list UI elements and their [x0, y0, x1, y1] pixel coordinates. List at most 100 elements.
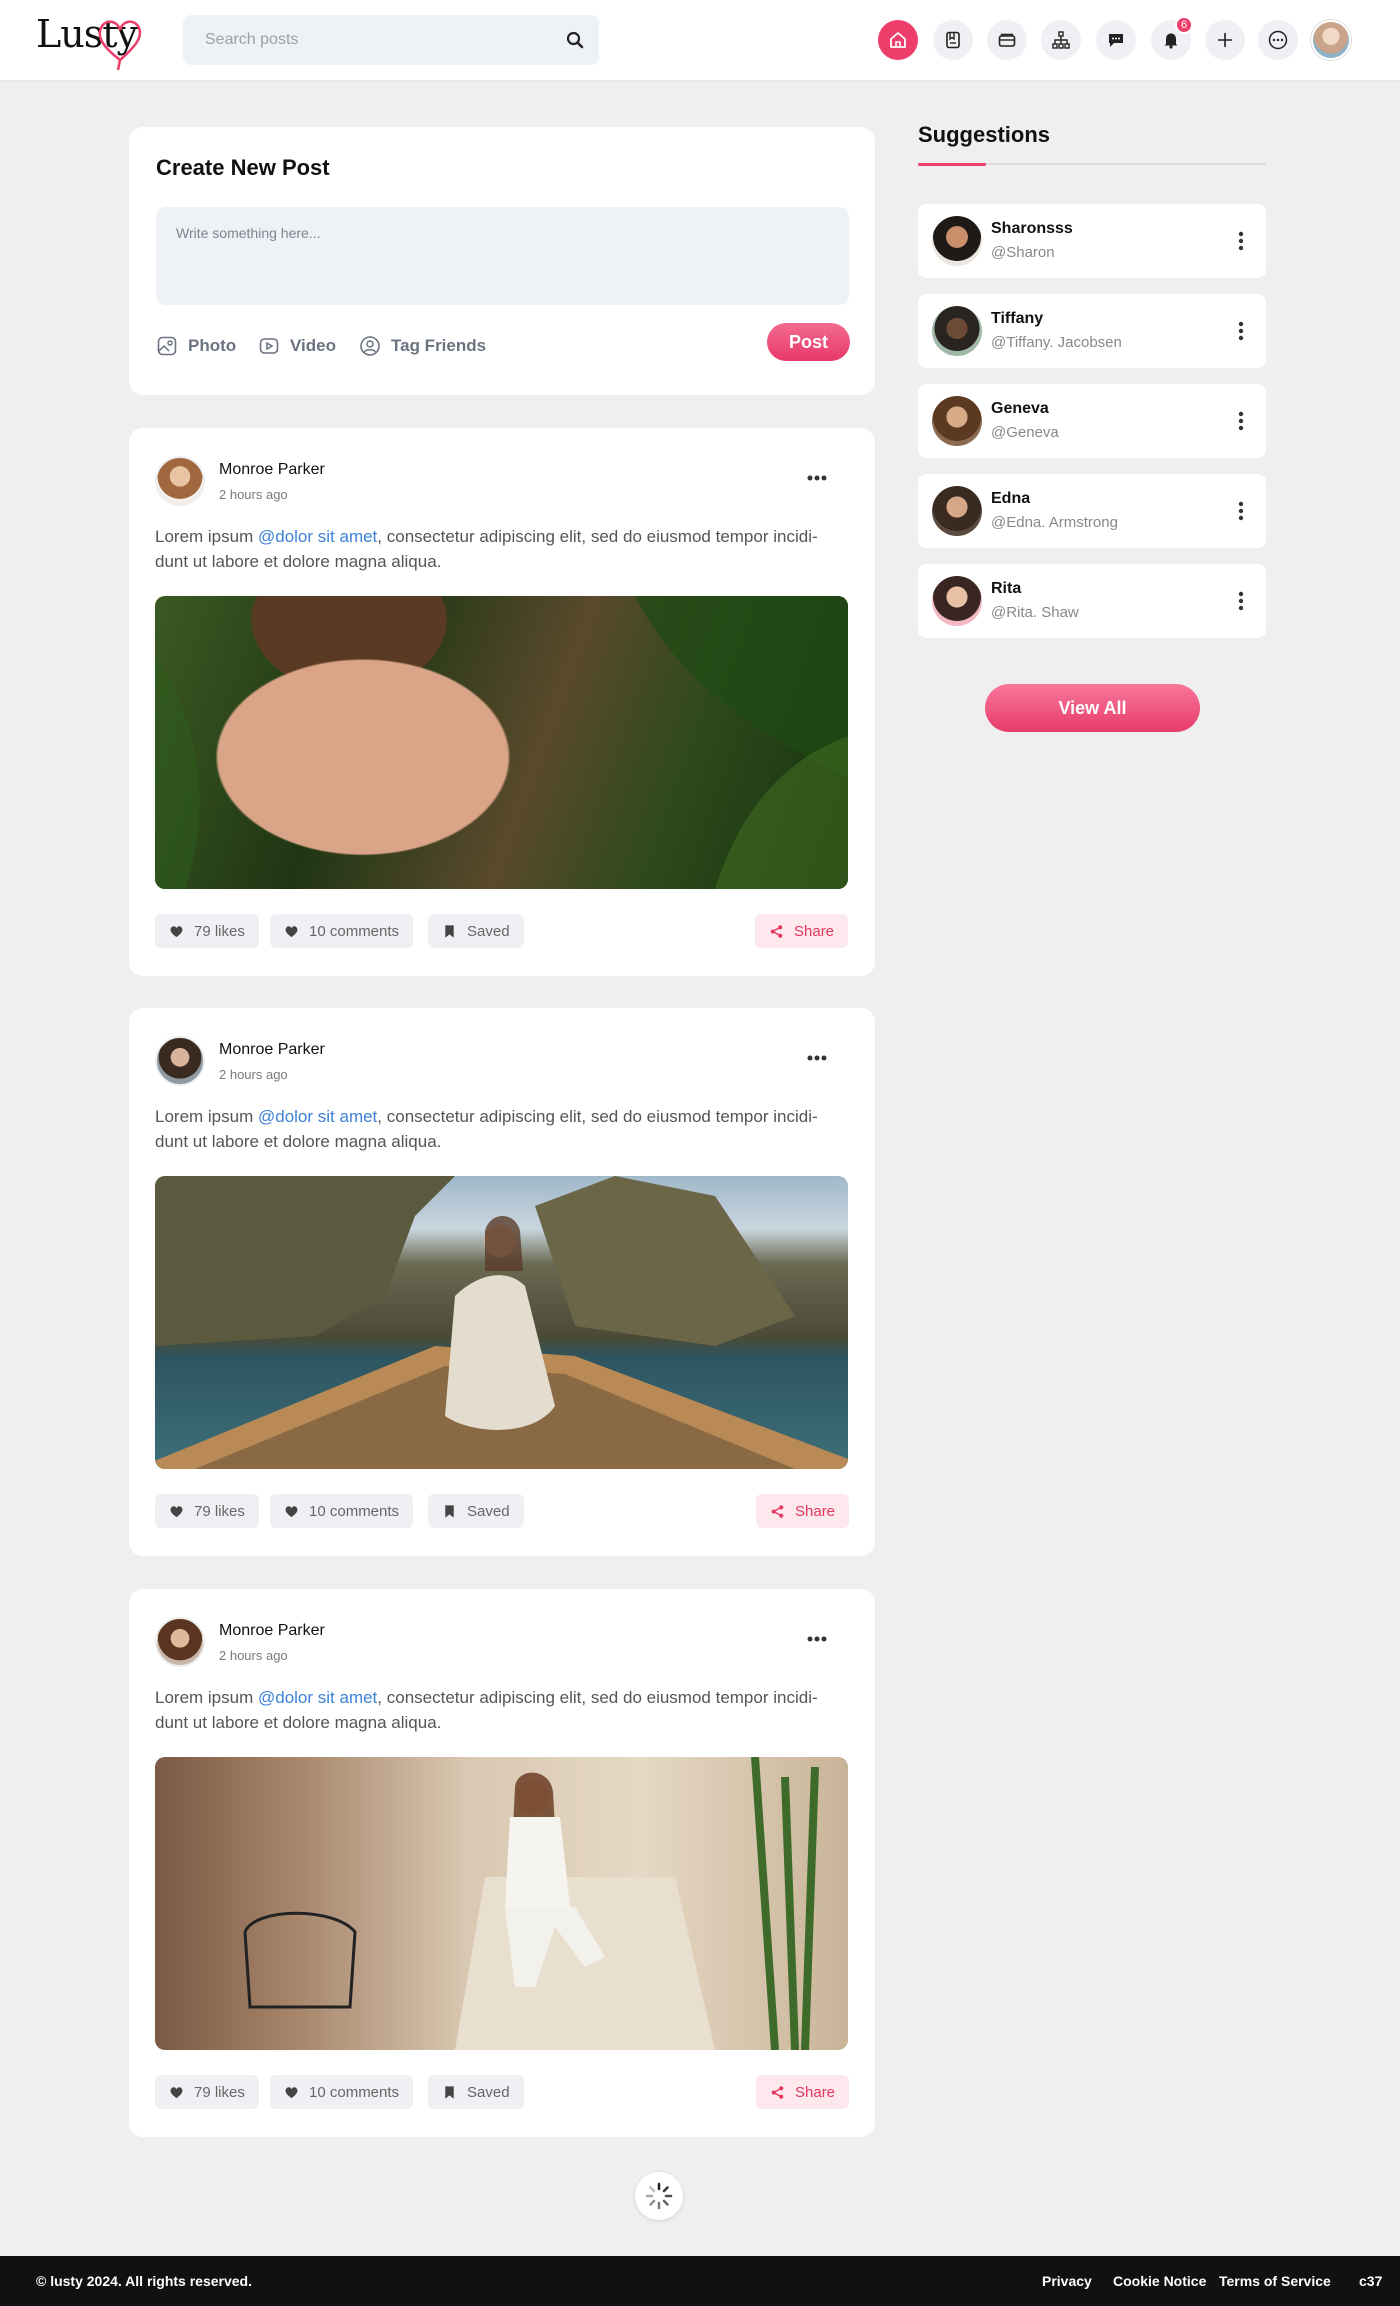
footer-link-c37[interactable]: c37	[1359, 2273, 1382, 2289]
suggestion-name[interactable]: Geneva	[991, 400, 1049, 418]
like-button[interactable]: 79 likes	[155, 1494, 259, 1528]
post-image[interactable]	[155, 596, 848, 889]
search-bar	[183, 15, 599, 65]
photo-button[interactable]: Photo	[156, 331, 236, 361]
save-button[interactable]: Saved	[428, 2075, 524, 2109]
suggestion-item[interactable]: Sharonsss @Sharon	[918, 204, 1266, 278]
post-mention-link[interactable]: @dolor sit amet	[258, 1107, 377, 1126]
nav-bookmarks-button[interactable]	[933, 20, 973, 60]
search-input[interactable]	[183, 15, 543, 65]
comment-button[interactable]: 10 comments	[270, 1494, 414, 1528]
suggestion-avatar[interactable]	[932, 216, 982, 266]
nav-home-button[interactable]	[878, 20, 918, 60]
nav-create-button[interactable]	[1205, 20, 1245, 60]
save-label: Saved	[467, 2083, 510, 2101]
search-icon[interactable]	[565, 30, 585, 50]
share-icon	[771, 1504, 784, 1518]
suggestion-handle: @Rita. Shaw	[991, 604, 1079, 621]
post-submit-button[interactable]: Post	[767, 323, 850, 361]
post-image[interactable]	[155, 1176, 848, 1469]
nav-notifications-button[interactable]: 6	[1151, 16, 1193, 60]
suggestion-avatar[interactable]	[932, 576, 982, 626]
post-author-avatar[interactable]	[155, 1036, 205, 1086]
kebab-menu-icon[interactable]	[1238, 321, 1244, 341]
post-options-icon[interactable]	[805, 472, 829, 484]
brand-logo[interactable]: Lusty	[36, 8, 146, 72]
user-avatar[interactable]	[1311, 20, 1351, 60]
share-label: Share	[795, 1502, 836, 1520]
post-composer-input[interactable]	[156, 207, 849, 305]
heart-icon	[285, 1505, 298, 1517]
more-icon	[1268, 30, 1288, 50]
footer-link-cookie-notice[interactable]: Cookie Notice	[1113, 2273, 1206, 2289]
post-author-name[interactable]: Monroe Parker	[219, 1622, 325, 1640]
suggestion-avatar[interactable]	[932, 486, 982, 536]
suggestion-handle: @Tiffany. Jacobsen	[991, 334, 1122, 351]
post-mention-link[interactable]: @dolor sit amet	[258, 1688, 377, 1707]
suggestions-divider	[918, 163, 1266, 166]
post-author-avatar[interactable]	[155, 1617, 205, 1667]
suggestion-avatar[interactable]	[932, 396, 982, 446]
notification-badge: 6	[1175, 16, 1193, 34]
kebab-menu-icon[interactable]	[1238, 591, 1244, 611]
like-button[interactable]: 79 likes	[155, 2075, 259, 2109]
post-options-icon[interactable]	[805, 1633, 829, 1645]
footer-link-terms[interactable]: Terms of Service	[1219, 2273, 1331, 2289]
suggestion-item[interactable]: Rita @Rita. Shaw	[918, 564, 1266, 638]
heart-icon	[170, 1505, 183, 1517]
suggestion-name[interactable]: Edna	[991, 490, 1030, 508]
heart-icon	[170, 2086, 183, 2098]
tag-friends-label: Tag Friends	[391, 336, 487, 355]
share-button[interactable]: Share	[756, 2075, 850, 2109]
post-image[interactable]	[155, 1757, 848, 2050]
post-mention-link[interactable]: @dolor sit amet	[258, 527, 377, 546]
suggestion-item[interactable]: Geneva @Geneva	[918, 384, 1266, 458]
nav-cards-button[interactable]	[987, 20, 1027, 60]
suggestion-name[interactable]: Sharonsss	[991, 220, 1073, 238]
comment-count: 10 comments	[309, 922, 400, 940]
home-icon	[890, 32, 906, 48]
post-options-icon[interactable]	[805, 1052, 829, 1064]
suggestion-name[interactable]: Rita	[991, 580, 1021, 598]
post-timestamp: 2 hours ago	[219, 1648, 288, 1663]
comment-button[interactable]: 10 comments	[270, 2075, 414, 2109]
comment-count: 10 comments	[309, 1502, 400, 1520]
post-timestamp: 2 hours ago	[219, 1067, 288, 1082]
post-card: Monroe Parker 2 hours ago Lorem ipsum @d…	[129, 1589, 875, 2137]
comment-count: 10 comments	[309, 2083, 400, 2101]
share-button[interactable]: Share	[755, 914, 849, 948]
share-button[interactable]: Share	[756, 1494, 850, 1528]
save-button[interactable]: Saved	[428, 914, 524, 948]
post-body: Lorem ipsum @dolor sit amet, consectetur…	[155, 1688, 818, 1732]
suggestion-item[interactable]: Edna @Edna. Armstrong	[918, 474, 1266, 548]
view-all-button[interactable]: View All	[985, 684, 1200, 732]
suggestion-handle: @Edna. Armstrong	[991, 514, 1118, 531]
suggestion-avatar[interactable]	[932, 306, 982, 356]
comment-button[interactable]: 10 comments	[270, 914, 414, 948]
like-button[interactable]: 79 likes	[155, 914, 259, 948]
photo-icon	[157, 336, 177, 356]
bookmark-icon	[946, 31, 960, 49]
top-navigation-bar: Lusty 6	[0, 0, 1400, 80]
footer-copyright: © lusty 2024. All rights reserved.	[36, 2273, 253, 2289]
suggestion-item[interactable]: Tiffany @Tiffany. Jacobsen	[918, 294, 1266, 368]
kebab-menu-icon[interactable]	[1238, 501, 1244, 521]
heart-icon	[285, 925, 298, 937]
tag-friends-button[interactable]: Tag Friends	[359, 331, 486, 361]
video-button[interactable]: Video	[258, 331, 336, 361]
kebab-menu-icon[interactable]	[1238, 411, 1244, 431]
nav-messages-button[interactable]	[1096, 20, 1136, 60]
nav-more-button[interactable]	[1258, 20, 1298, 60]
kebab-menu-icon[interactable]	[1238, 231, 1244, 251]
suggestion-handle: @Sharon	[991, 244, 1055, 261]
post-card: Monroe Parker 2 hours ago Lorem ipsum @d…	[129, 1008, 875, 1556]
suggestion-name[interactable]: Tiffany	[991, 310, 1043, 328]
post-author-name[interactable]: Monroe Parker	[219, 1041, 325, 1059]
spinner-icon	[645, 2182, 673, 2210]
post-author-avatar[interactable]	[155, 456, 205, 506]
footer-link-privacy[interactable]: Privacy	[1042, 2273, 1092, 2289]
heart-icon	[170, 925, 183, 937]
post-author-name[interactable]: Monroe Parker	[219, 461, 325, 479]
save-button[interactable]: Saved	[428, 1494, 524, 1528]
nav-network-button[interactable]	[1041, 20, 1081, 60]
